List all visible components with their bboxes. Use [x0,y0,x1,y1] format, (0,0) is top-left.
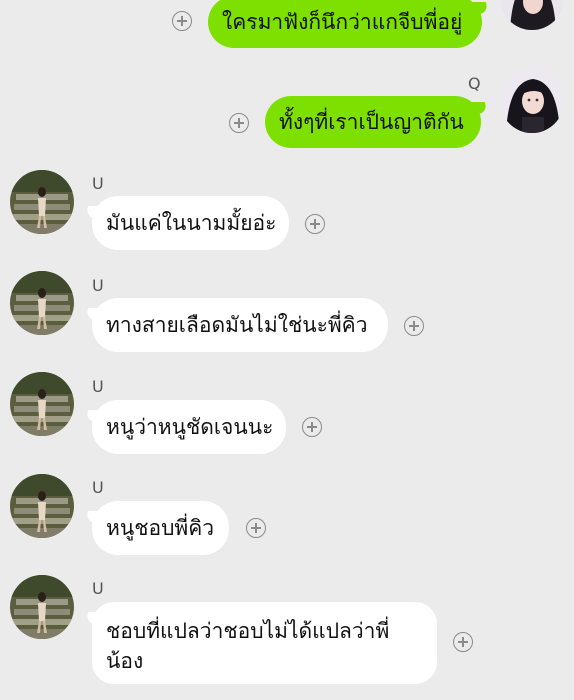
sender-label: U [92,478,104,497]
message-incoming-5[interactable]: ชอบที่แปลว่าชอบไม่ได้แปลว่าพี่น้อง [92,602,437,684]
avatar-u[interactable] [10,271,74,335]
message-outgoing-2[interactable]: ทั้งๆที่เราเป็นญาติกัน [265,96,481,148]
add-reaction-button-2[interactable] [229,113,249,133]
add-reaction-button-5[interactable] [302,417,322,437]
add-reaction-button-1[interactable] [172,11,192,31]
add-reaction-button-3[interactable] [305,214,325,234]
avatar-u[interactable] [10,575,74,639]
avatar-u-image [10,271,74,335]
sender-label: U [92,579,104,598]
sender-label: Q [468,74,481,93]
avatar-u[interactable] [10,372,74,436]
add-reaction-button-4[interactable] [404,316,424,336]
avatar-u[interactable] [10,170,74,234]
message-outgoing-1[interactable]: ใครมาฟังก็นึกว่าแกจีบพี่อยู่ [208,0,482,48]
chat-area: ใครมาฟังก็นึกว่าแกจีบพี่อยู่ Q ทั้งๆที่เ… [0,0,574,700]
avatar-u-image [10,575,74,639]
sender-label: U [92,174,104,193]
message-incoming-1[interactable]: มันแค่ในนามมั้ยอ่ะ [92,196,289,250]
add-reaction-button-7[interactable] [453,632,473,652]
message-incoming-4[interactable]: หนูชอบพี่คิว [92,501,229,555]
sender-label: U [92,276,104,295]
message-incoming-3[interactable]: หนูว่าหนูชัดเจนนะ [92,400,286,454]
avatar-u-image [10,474,74,538]
avatar-u-image [10,372,74,436]
add-reaction-button-6[interactable] [246,518,266,538]
avatar-u[interactable] [10,474,74,538]
sender-label: U [92,377,104,396]
message-incoming-2[interactable]: ทางสายเลือดมันไม่ใช่นะพี่คิว [92,298,388,352]
avatar-q[interactable] [500,69,564,133]
avatar-q-top-image [500,0,564,30]
avatar-u-image [10,170,74,234]
avatar-q-image [500,69,564,133]
avatar-q-top[interactable] [500,0,564,30]
